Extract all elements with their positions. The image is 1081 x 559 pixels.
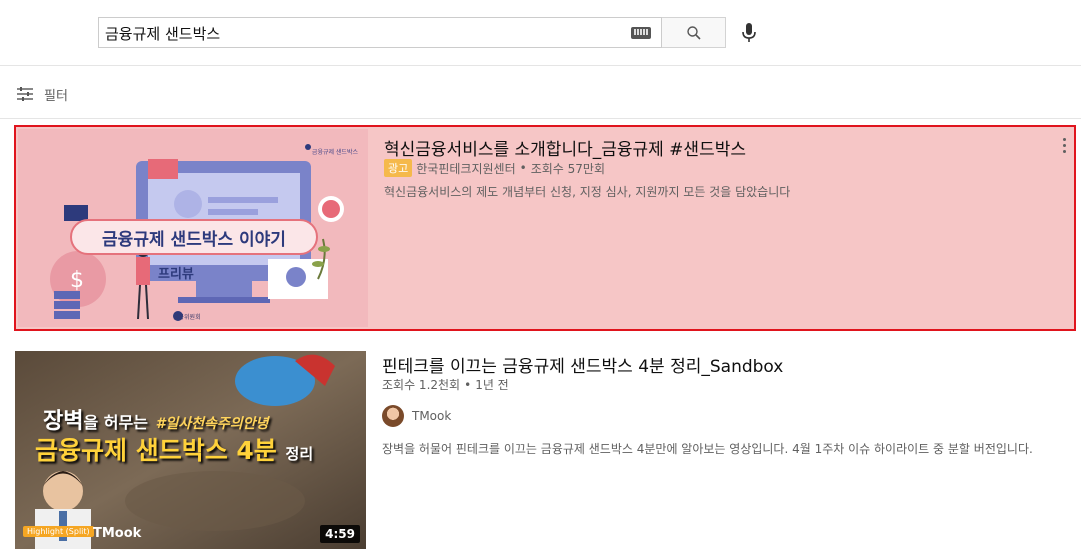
video-meta: 조회수 1.2천회 • 1년 전 — [382, 376, 509, 393]
divider — [0, 118, 1081, 119]
filter-label: 필터 — [44, 88, 68, 104]
thumbnail-title-text: 금융규제 샌드박스 이야기 — [70, 219, 318, 255]
video-description: 혁신금융서비스의 제도 개념부터 신청, 지정 심사, 지원까지 모든 것을 담… — [384, 185, 791, 199]
view-count: 조회수 1.2천회 — [382, 378, 461, 392]
view-count: 조회수 57만회 — [530, 161, 605, 176]
video-meta: 광고 한국핀테크지원센터 • 조회수 57만회 — [384, 159, 605, 177]
channel-avatar[interactable] — [382, 405, 404, 427]
thumbnail-line2-tail: 정리 — [285, 445, 314, 463]
video-description: 장벽을 허물어 핀테크를 이끄는 금융규제 샌드박스 4분만에 알아보는 영상입… — [382, 442, 1033, 456]
top-bar — [0, 0, 1081, 66]
more-vert-icon — [1062, 138, 1066, 141]
channel-link[interactable]: TMook — [382, 405, 451, 427]
search-button[interactable] — [662, 17, 726, 48]
video-thumbnail[interactable]: $ 금융규제 샌드박스 금융규제 샌드박스 이야기 프리뷰 금융위원회 — [18, 129, 368, 327]
search-box[interactable] — [98, 17, 662, 48]
thumbnail-footer-text: 금융위원회 — [173, 314, 201, 321]
keyboard-icon[interactable] — [631, 27, 651, 39]
video-title[interactable]: 혁신금융서비스를 소개합니다_금융규제 #샌드박스 — [384, 135, 746, 160]
upload-age: 1년 전 — [475, 378, 509, 392]
voice-search-button[interactable] — [735, 17, 763, 48]
search-result-video[interactable]: 장벽을 허무는 #일사천속주의안녕 금융규제 샌드박스 4분 정리 Highli… — [14, 350, 1076, 550]
search-input[interactable] — [105, 22, 615, 44]
thumbnail-line1-mid: 을 허무는 — [83, 413, 148, 432]
highlight-split-badge: Highlight (Split) — [23, 526, 94, 537]
thumbnail-brand-text: 금융규제 샌드박스 — [311, 149, 358, 156]
video-title[interactable]: 핀테크를 이끄는 금융규제 샌드박스 4분 정리_Sandbox — [382, 352, 783, 377]
filter-button[interactable]: 필터 — [16, 82, 68, 106]
thumbnail-line2: 금융규제 샌드박스 4분 정리 — [35, 431, 313, 467]
filter-sliders-icon — [17, 87, 33, 101]
video-duration: 4:59 — [320, 525, 360, 543]
ad-badge: 광고 — [384, 159, 413, 177]
channel-name[interactable]: 한국핀테크지원센터 — [416, 160, 515, 177]
tmook-logo: TMook — [93, 526, 142, 541]
thumbnail-sub-text: 프리뷰 — [158, 267, 194, 282]
meta-separator: • — [519, 161, 527, 175]
more-options-button[interactable] — [1058, 135, 1070, 159]
search-icon — [686, 25, 701, 40]
search-result-ad[interactable]: $ 금융규제 샌드박스 금융규제 샌드박스 이야기 프리뷰 금융위원회 혁신금융… — [14, 125, 1076, 331]
thumbnail-line1-tag: #일사천속주의안녕 — [155, 416, 269, 432]
channel-name[interactable]: TMook — [412, 409, 451, 423]
svg-text:$: $ — [70, 268, 84, 293]
microphone-icon — [742, 22, 756, 42]
video-thumbnail[interactable]: 장벽을 허무는 #일사천속주의안녕 금융규제 샌드박스 4분 정리 Highli… — [15, 351, 366, 549]
thumbnail-line2-main: 금융규제 샌드박스 4분 — [35, 436, 277, 465]
meta-separator: • — [464, 377, 472, 392]
